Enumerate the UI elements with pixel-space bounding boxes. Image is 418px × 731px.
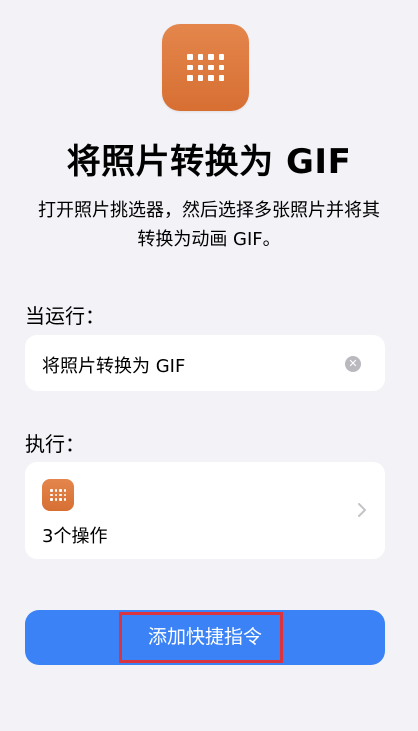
- grid-icon: [187, 54, 224, 81]
- shortcut-detail-page: 将照片转换为 GIF 打开照片挑选器，然后选择多张照片并将其转换为动画 GIF。…: [0, 0, 418, 731]
- action-app-icon: [42, 479, 74, 511]
- shortcut-name-value[interactable]: 将照片转换为 GIF: [42, 352, 185, 378]
- chevron-right-icon: [358, 503, 366, 517]
- grid-icon: [50, 489, 66, 501]
- add-shortcut-label: 添加快捷指令: [147, 626, 262, 648]
- clear-icon[interactable]: ✕: [345, 356, 361, 372]
- add-shortcut-button[interactable]: 添加快捷指令: [25, 610, 385, 665]
- shortcut-description: 打开照片挑选器，然后选择多张照片并将其转换为动画 GIF。: [38, 200, 380, 250]
- shortcut-name-field[interactable]: 将照片转换为 GIF ✕: [25, 335, 385, 391]
- action-count: 3个操作: [42, 526, 108, 547]
- shortcut-app-icon: [162, 24, 249, 111]
- page-title: 将照片转换为 GIF: [66, 142, 352, 182]
- when-run-label: 当运行：: [25, 304, 105, 328]
- execute-label: 执行：: [25, 432, 85, 456]
- actions-card[interactable]: 3个操作: [25, 462, 385, 559]
